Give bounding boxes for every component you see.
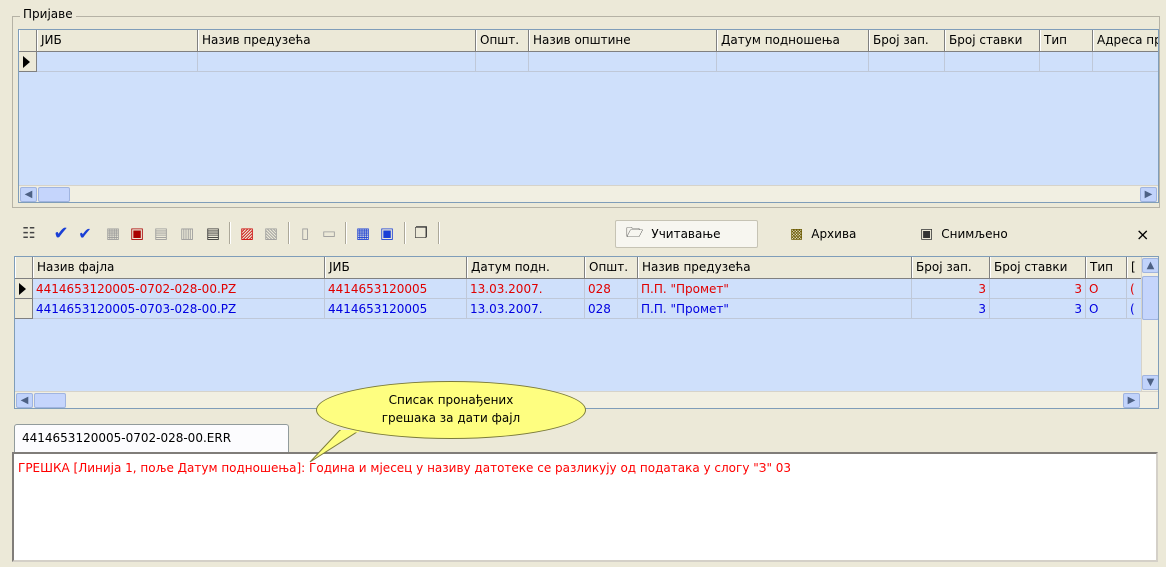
- report-icon[interactable]: ▤: [204, 224, 222, 242]
- saved-label: Снимљено: [941, 227, 1008, 241]
- col-opstina[interactable]: Општ.: [585, 257, 638, 278]
- scroll-right-icon[interactable]: ▶: [1140, 187, 1157, 202]
- paste-all-icon[interactable]: ▭: [320, 224, 338, 242]
- col-jib[interactable]: ЈИБ: [325, 257, 467, 278]
- scroll-left-icon[interactable]: ◀: [16, 393, 33, 408]
- window-icon[interactable]: ▣: [378, 224, 396, 242]
- import-all-icon[interactable]: ▧: [262, 224, 280, 242]
- toolbar: ☷ ✔ ✔ ▦ ▣ ▤ ▥ ▤ ▨ ▧ ▯ ▭ ▦ ▣ ❐ 🗁 Учитавањ…: [14, 216, 1160, 250]
- callout-line-1: Списак пронађених: [388, 393, 514, 407]
- scroll-thumb[interactable]: [38, 187, 70, 202]
- copy-icon[interactable]: ❐: [412, 224, 430, 242]
- current-row-arrow-icon: [19, 283, 26, 295]
- close-icon: ×: [1136, 224, 1150, 244]
- delete-doc-icon[interactable]: ▣: [128, 224, 146, 242]
- cell-records: 3: [912, 279, 990, 299]
- cell-date: 13.03.2007.: [467, 299, 585, 319]
- callout-line-2: грешака за дати фајл: [381, 411, 521, 425]
- prijave-hscrollbar[interactable]: ◀ ▶: [19, 185, 1158, 202]
- archive-label: Архива: [811, 227, 857, 241]
- cell-type: О: [1086, 299, 1127, 319]
- col-item-count[interactable]: Број ставки: [990, 257, 1086, 278]
- separator: [229, 222, 231, 244]
- cell-records: 3: [912, 299, 990, 319]
- check-icon[interactable]: ✔: [52, 223, 70, 244]
- prijave-title: Пријаве: [20, 7, 76, 21]
- paste-icon[interactable]: ▯: [296, 224, 314, 242]
- cell-type: О: [1086, 279, 1127, 299]
- col-submit-date[interactable]: Датум подношења: [717, 30, 869, 51]
- close-button[interactable]: ×: [1128, 220, 1158, 248]
- separator: [438, 222, 440, 244]
- saved-button[interactable]: ▣ Снимљено: [910, 220, 1040, 248]
- error-list[interactable]: ГРЕШКА [Линија 1, поље Датум подношења]:…: [12, 452, 1158, 562]
- columns-icon[interactable]: ☷: [20, 224, 38, 242]
- table-row[interactable]: [37, 52, 1158, 72]
- callout-tail: [309, 430, 360, 463]
- scroll-thumb[interactable]: [34, 393, 66, 408]
- col-address[interactable]: Адреса пр: [1093, 30, 1158, 51]
- copy-row-icon[interactable]: ▦: [104, 224, 122, 242]
- load-label: Учитавање: [651, 227, 721, 241]
- calendar-icon[interactable]: ▦: [354, 224, 372, 242]
- table-row[interactable]: 4414653120005-0703-028-00.PZ 44146531200…: [33, 299, 1144, 319]
- col-company-name[interactable]: Назив предузећа: [638, 257, 912, 278]
- col-submit-date[interactable]: Датум подн.: [467, 257, 585, 278]
- col-file-name[interactable]: Назив фајла: [33, 257, 325, 278]
- cell-jib: 4414653120005: [325, 299, 467, 319]
- check-all-icon[interactable]: ✔: [76, 224, 94, 243]
- tab-error-file[interactable]: 4414653120005-0702-028-00.ERR: [14, 424, 289, 452]
- col-record-count[interactable]: Број зап.: [912, 257, 990, 278]
- col-type[interactable]: Тип: [1086, 257, 1127, 278]
- row-indicator[interactable]: [15, 299, 33, 319]
- prijave-grid[interactable]: ЈИБ Назив предузећа Општ. Назив општине …: [18, 29, 1159, 203]
- cell-company: П.П. "Промет": [638, 299, 912, 319]
- error-message: ГРЕШКА [Линија 1, поље Датум подношења]:…: [18, 461, 792, 475]
- cell-items: 3: [990, 279, 1086, 299]
- separator: [345, 222, 347, 244]
- separator: [288, 222, 290, 244]
- load-button[interactable]: 🗁 Учитавање: [615, 220, 758, 248]
- scroll-right-icon[interactable]: ▶: [1123, 393, 1140, 408]
- col-type[interactable]: Тип: [1040, 30, 1093, 51]
- archive-icon: ▩: [790, 226, 804, 242]
- cell-company: П.П. "Промет": [638, 279, 912, 299]
- files-header: Назив фајла ЈИБ Датум подн. Општ. Назив …: [15, 257, 1144, 279]
- col-opstina[interactable]: Општ.: [476, 30, 529, 51]
- archive-button[interactable]: ▩ Архива: [780, 220, 890, 248]
- col-jib[interactable]: ЈИБ: [37, 30, 198, 51]
- merge-doc-icon[interactable]: ▥: [178, 224, 196, 242]
- prijave-header: ЈИБ Назив предузећа Општ. Назив општине …: [19, 30, 1158, 52]
- callout-bubble: Списак пронађених грешака за дати фајл: [316, 381, 586, 439]
- folder-open-icon: 🗁: [626, 225, 644, 241]
- files-grid[interactable]: Назив фајла ЈИБ Датум подн. Општ. Назив …: [14, 256, 1159, 409]
- cell-items: 3: [990, 299, 1086, 319]
- move-doc-icon[interactable]: ▤: [152, 224, 170, 242]
- row-indicator[interactable]: [19, 52, 37, 72]
- row-indicator-header: [19, 30, 37, 51]
- cell-file-name: 4414653120005-0702-028-00.PZ: [33, 279, 325, 299]
- cell-opstina: 028: [585, 279, 638, 299]
- files-vscrollbar[interactable]: ▲ ▼: [1141, 257, 1158, 391]
- cell-date: 13.03.2007.: [467, 279, 585, 299]
- col-company-name[interactable]: Назив предузећа: [198, 30, 476, 51]
- col-item-count[interactable]: Број ставки: [945, 30, 1040, 51]
- tab-error-file-label: 4414653120005-0702-028-00.ERR: [22, 431, 232, 445]
- files-hscrollbar[interactable]: ◀ ▶: [15, 391, 1158, 408]
- cell-jib: 4414653120005: [325, 279, 467, 299]
- col-opstina-name[interactable]: Назив општине: [529, 30, 717, 51]
- cell-opstina: 028: [585, 299, 638, 319]
- scroll-down-icon[interactable]: ▼: [1142, 375, 1158, 390]
- separator: [404, 222, 406, 244]
- row-indicator[interactable]: [15, 279, 33, 299]
- current-row-arrow-icon: [23, 56, 30, 68]
- saved-icon: ▣: [920, 226, 934, 242]
- scroll-thumb[interactable]: [1142, 276, 1158, 320]
- scroll-up-icon[interactable]: ▲: [1142, 258, 1158, 273]
- cell-file-name: 4414653120005-0703-028-00.PZ: [33, 299, 325, 319]
- import-icon[interactable]: ▨: [238, 224, 256, 242]
- scroll-left-icon[interactable]: ◀: [20, 187, 37, 202]
- table-row[interactable]: 4414653120005-0702-028-00.PZ 44146531200…: [33, 279, 1144, 299]
- col-record-count[interactable]: Број зап.: [869, 30, 945, 51]
